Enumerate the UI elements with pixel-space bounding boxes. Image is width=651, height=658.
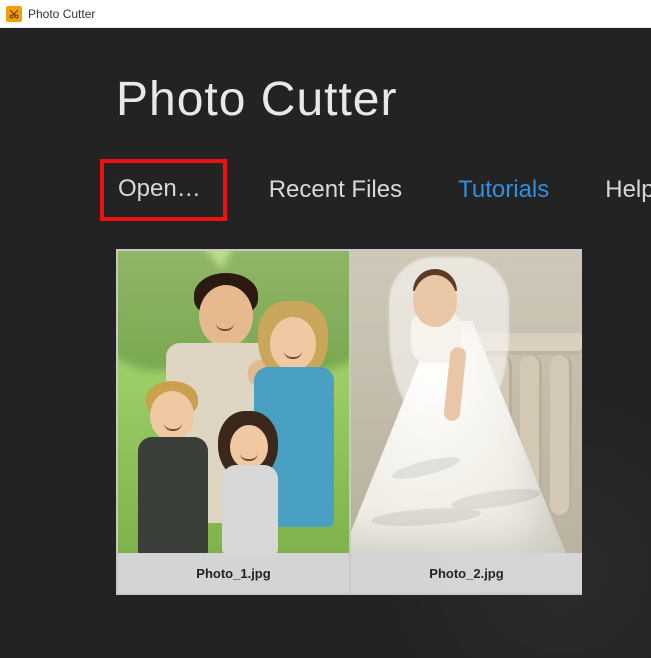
recent-files-button[interactable]: Recent Files: [255, 166, 416, 214]
window-title: Photo Cutter: [28, 7, 95, 21]
thumbnail-item[interactable]: Photo_2.jpg: [351, 251, 582, 593]
open-button[interactable]: Open…: [100, 159, 227, 221]
workspace: Photo Cutter Open… Recent Files Tutorial…: [0, 28, 651, 658]
page-title: Photo Cutter: [116, 72, 651, 127]
help-button[interactable]: Help: [591, 166, 651, 214]
thumbnail-item[interactable]: Photo_1.jpg: [118, 251, 349, 593]
app-icon: [6, 6, 22, 22]
titlebar: Photo Cutter: [0, 0, 651, 28]
thumbnail-filename: Photo_2.jpg: [351, 553, 582, 593]
tutorials-link[interactable]: Tutorials: [444, 166, 563, 214]
thumbnail-filename: Photo_1.jpg: [118, 553, 349, 593]
main-menu: Open… Recent Files Tutorials Help: [100, 159, 651, 221]
thumbnail-image: [118, 251, 349, 553]
recent-thumbnails: Photo_1.jpg Photo_2.jpg: [116, 249, 582, 595]
thumbnail-image: [351, 251, 582, 553]
